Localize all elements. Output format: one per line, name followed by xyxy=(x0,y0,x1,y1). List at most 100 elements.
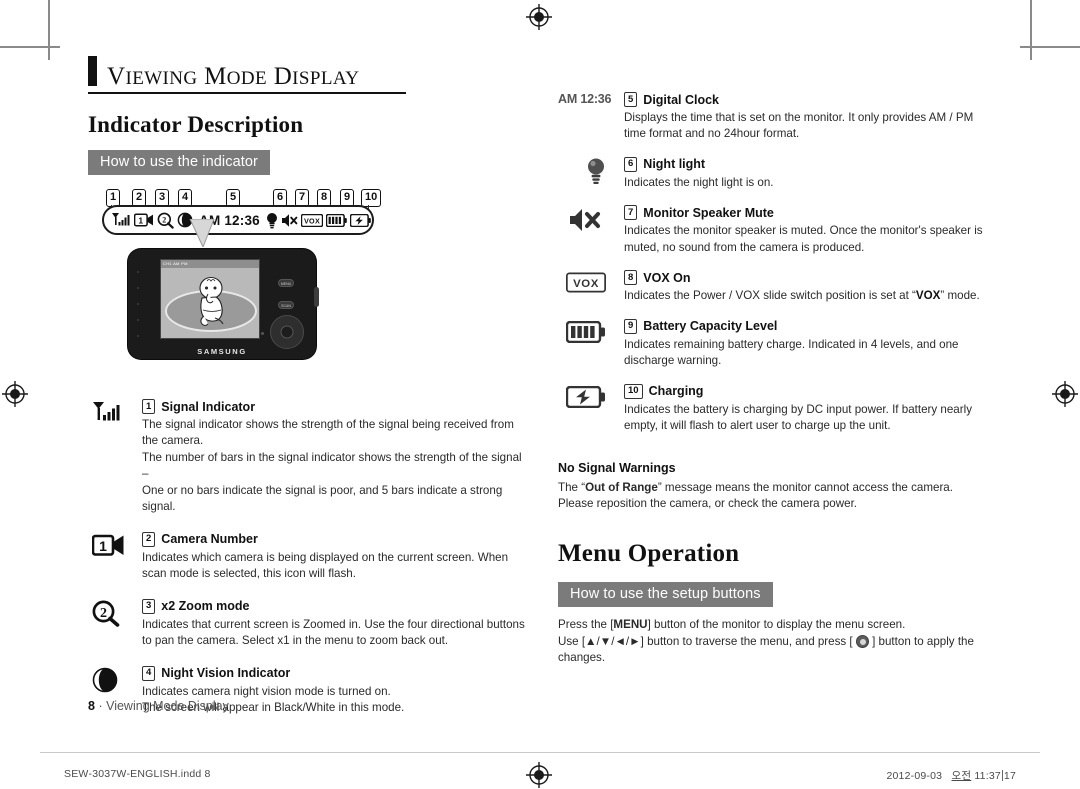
digital-clock-icon: AM 12:36 xyxy=(558,92,620,122)
entry-title-row: 7 Monitor Speaker Mute xyxy=(624,205,992,221)
menu-line1-post: ] button of the monitor to display the m… xyxy=(647,618,906,632)
indicator-entry-signal: 1 Signal Indicator The signal indicator … xyxy=(88,399,526,516)
battery-charging-icon xyxy=(349,213,371,227)
entry-number-badge: 3 xyxy=(142,598,156,614)
entry-number-badge: 2 xyxy=(142,531,156,547)
entry-body-text: Indicates that current screen is Zoomed … xyxy=(142,617,525,648)
entry-number-badge: 6 xyxy=(624,156,638,172)
entry-title-row: 2 Camera Number xyxy=(142,531,526,547)
signal-bars-icon xyxy=(111,212,131,229)
print-timestamp: 2012‐09‐03 오전 11:37 17 xyxy=(886,768,1016,783)
svg-text:1: 1 xyxy=(138,215,143,225)
baby-monitor-device-photo: CH1 AM PM MENU SCAN SAMSUNG xyxy=(128,249,319,359)
device-menu-button[interactable]: MENU xyxy=(278,279,294,287)
indicator-diagram: 1 2 3 4 5 6 7 8 9 10 1 2 AM 12:36 VOX CH… xyxy=(88,189,526,369)
menu-line1-pre: Press the [ xyxy=(558,618,614,632)
registration-mark-right-center xyxy=(1052,381,1078,407)
indicator-entry-digital-clock: AM 12:36 5 Digital Clock Displays the ti… xyxy=(558,92,992,143)
crop-mark-top-right-vertical xyxy=(1030,0,1032,60)
entry-body-text: Indicates the night light is on. xyxy=(624,175,774,189)
menu-operation-body: Press the [MENU] button of the monitor t… xyxy=(558,617,992,666)
print-date: 2012‐09‐03 xyxy=(886,770,943,782)
crop-mark-top-left-vertical xyxy=(48,0,50,60)
print-locale: 오전 xyxy=(951,770,972,782)
chapter-title-word1: IEWING xyxy=(125,68,198,89)
entry-title-text: Camera Number xyxy=(161,532,258,547)
banner-how-to-use-indicator: How to use the indicator xyxy=(88,150,270,175)
svg-text:2: 2 xyxy=(162,215,166,224)
chapter-accent-bar xyxy=(88,56,97,86)
svg-text:2: 2 xyxy=(100,606,107,621)
device-indicator-led xyxy=(261,332,264,335)
svg-text:VOX: VOX xyxy=(304,216,320,225)
device-scan-button[interactable]: SCAN xyxy=(278,301,294,309)
indicator-entry-zoom: 2 3 x2 Zoom mode Indicates that current … xyxy=(88,598,526,650)
entry-number-badge: 7 xyxy=(624,205,638,221)
battery-level-icon xyxy=(325,213,347,227)
folio-page-number: 8 xyxy=(88,699,95,713)
print-time-divider xyxy=(1001,770,1003,781)
device-ok-button[interactable] xyxy=(280,325,294,339)
entry-number-badge: 5 xyxy=(624,92,638,107)
night-light-bulb-icon xyxy=(576,157,616,187)
section-heading-indicator-description: Indicator Description xyxy=(88,112,304,137)
no-signal-warnings-heading: No Signal Warnings xyxy=(558,460,676,475)
entry-title-row: 6 Night light xyxy=(624,156,992,172)
no-signal-line1-bold: Out of Range xyxy=(585,480,658,494)
osd-indicator-bar: 1 2 AM 12:36 VOX xyxy=(102,205,374,235)
indicator-entry-speaker-mute: 7 Monitor Speaker Mute Indicates the mon… xyxy=(558,205,992,256)
right-column: AM 12:36 5 Digital Clock Displays the ti… xyxy=(558,56,992,667)
left-column: VIEWING MODE DISPLAY Indicator Descripti… xyxy=(88,56,526,716)
menu-line1-bold: MENU xyxy=(613,618,648,632)
entry-title-row: 9 Battery Capacity Level xyxy=(624,318,992,334)
chapter-title-word2: ODE xyxy=(226,68,268,89)
indicator-entry-charging: 10 Charging Indicates the battery is cha… xyxy=(558,383,992,435)
device-vent-4 xyxy=(137,319,139,321)
registration-mark-bottom-center xyxy=(526,762,552,788)
no-signal-warnings-body: The “Out of Range” message means the mon… xyxy=(558,480,992,513)
chapter-title-word3: ISPLAY xyxy=(292,68,360,89)
section-heading-menu-operation: Menu Operation xyxy=(558,540,740,568)
entry-title-text: Monitor Speaker Mute xyxy=(643,205,774,220)
entry-title-row: 10 Charging xyxy=(624,383,992,399)
indicator-entry-vox: VOX 8 VOX On Indicates the Power / VOX s… xyxy=(558,270,992,304)
entry-body-text: Indicates the battery is charging by DC … xyxy=(624,402,972,433)
page-folio: 8 · Viewing Mode Display xyxy=(88,699,229,713)
no-signal-line2: Please reposition the camera, or check t… xyxy=(558,496,858,510)
entry-title-row: 3 x2 Zoom mode xyxy=(142,598,526,614)
vox-icon: VOX xyxy=(566,272,606,302)
entry-title-row: 1 Signal Indicator xyxy=(142,399,526,414)
entry-title-row: 4 Night Vision Indicator xyxy=(142,665,526,681)
indicator-entry-night-light: 6 Night light Indicates the night light … xyxy=(558,156,992,191)
device-vent-5 xyxy=(137,335,139,337)
crop-mark-top-right-horizontal xyxy=(1020,46,1080,48)
entry-title-row: 5 Digital Clock xyxy=(624,92,992,107)
device-screen-osd: CH1 AM PM xyxy=(161,260,259,268)
device-vent-3 xyxy=(137,303,139,305)
device-side-button[interactable] xyxy=(314,287,319,307)
indicator-entry-battery-level: 9 Battery Capacity Level Indicates remai… xyxy=(558,318,992,370)
entry-number-badge: 9 xyxy=(624,318,638,334)
entry-number-badge: 8 xyxy=(624,270,638,286)
entry-title-row: 8 VOX On xyxy=(624,270,992,286)
entry-title-text: Digital Clock xyxy=(643,92,720,107)
entry-number-badge: 10 xyxy=(624,383,643,399)
registration-mark-top-center xyxy=(526,4,552,30)
entry-title-text: Night Vision Indicator xyxy=(161,666,291,681)
vox-body-pre: Indicates the Power / VOX slide switch p… xyxy=(624,289,916,303)
banner-how-to-use-setup-buttons: How to use the setup buttons xyxy=(558,582,773,608)
entry-number-badge: 4 xyxy=(142,665,156,681)
entry-body-text: Indicates remaining battery charge. Indi… xyxy=(624,337,959,368)
entry-title-text: Signal Indicator xyxy=(161,399,256,414)
chapter-underline xyxy=(88,92,406,94)
diagram-pointer xyxy=(188,218,216,249)
entry-number-badge: 1 xyxy=(142,399,156,414)
entry-title-text: VOX On xyxy=(643,270,691,285)
device-vent-2 xyxy=(137,287,139,289)
callout-num-10: 10 xyxy=(361,189,382,207)
device-direction-pad[interactable] xyxy=(270,315,304,349)
zoom-x2-icon: 2 xyxy=(157,212,174,229)
chapter-title: VIEWING MODE DISPLAY xyxy=(88,56,526,89)
svg-text:1: 1 xyxy=(99,538,107,554)
battery-charging-icon xyxy=(566,385,606,416)
